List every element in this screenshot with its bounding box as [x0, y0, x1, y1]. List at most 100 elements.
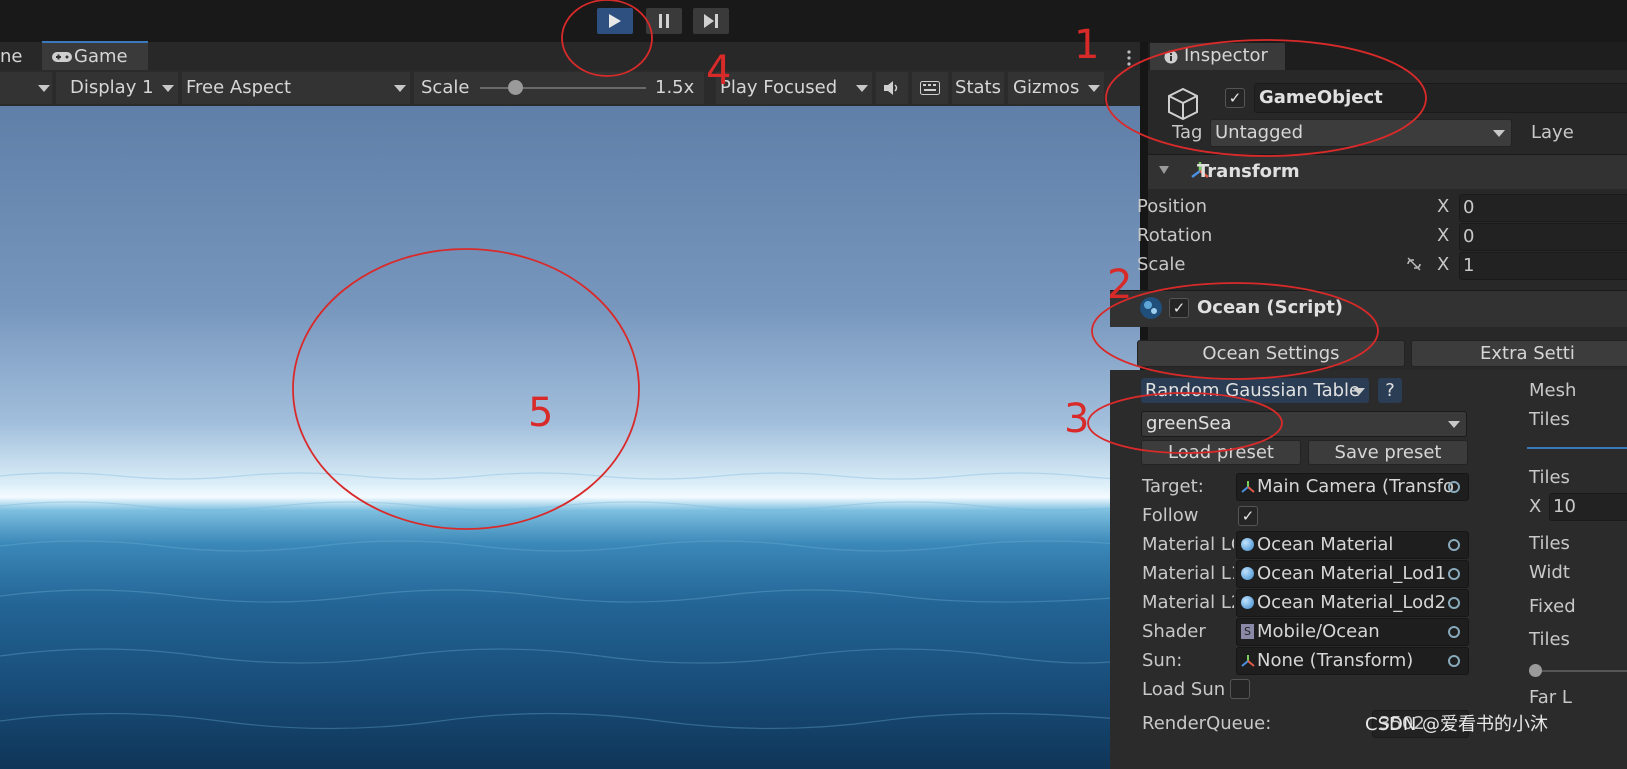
scale-value: 1.5x	[655, 77, 695, 98]
object-picker-icon[interactable]	[1448, 626, 1460, 638]
material-lod1-label: Material L1	[1142, 563, 1234, 584]
tab-game-label: Game	[74, 46, 128, 67]
scale-x-axis: X	[1437, 254, 1450, 275]
display-label: Display 1	[70, 77, 154, 98]
tag-label: Tag	[1172, 122, 1203, 143]
target-field[interactable]: Main Camera (Transfo	[1236, 473, 1469, 501]
tab-inspector[interactable]: Inspector	[1150, 43, 1285, 70]
position-x-axis: X	[1437, 196, 1450, 217]
extra-settings-tab[interactable]: Extra Setti	[1411, 340, 1627, 367]
tab-row	[0, 42, 1140, 70]
annotation-1: 1	[1074, 22, 1100, 68]
ocean-waves	[0, 472, 1140, 730]
material-icon	[1241, 567, 1254, 580]
speaker-icon	[884, 81, 898, 95]
gizmos-dropdown[interactable]: Gizmos	[1008, 72, 1104, 104]
watermark: CSDN @爱看书的小沐	[1365, 714, 1549, 735]
object-picker-icon[interactable]	[1448, 655, 1460, 667]
material-icon	[1241, 596, 1254, 609]
follow-checkbox[interactable]: ✓	[1238, 506, 1258, 526]
play-icon	[609, 14, 621, 28]
info-icon	[1164, 50, 1178, 64]
aspect-dropdown[interactable]: Free Aspect	[182, 72, 410, 104]
gamepad-icon	[52, 52, 72, 62]
rotation-x-field[interactable]: 0	[1459, 223, 1627, 251]
annotation-4: 4	[706, 48, 732, 94]
sun-field[interactable]: None (Transform)	[1236, 647, 1469, 675]
annotation-2: 2	[1107, 262, 1133, 308]
help-button[interactable]: ?	[1378, 378, 1402, 403]
play-mode-label: Play Focused	[720, 77, 838, 98]
scale-slider-track[interactable]	[480, 87, 646, 89]
ocean-script-enabled-checkbox[interactable]: ✓	[1169, 298, 1189, 318]
pause-button[interactable]	[646, 8, 682, 34]
play-mode-dropdown[interactable]: Play Focused	[716, 72, 872, 104]
stats-label: Stats	[955, 77, 1001, 98]
shader-label: Shader	[1142, 621, 1206, 642]
keyboard-icon	[920, 81, 940, 95]
annotation-5: 5	[528, 390, 554, 436]
gameobject-active-checkbox[interactable]: ✓	[1225, 88, 1245, 108]
transform-icon	[1241, 655, 1255, 667]
gameobject-name-field[interactable]: GameObject	[1254, 83, 1627, 113]
material-lod2-field[interactable]: Ocean Material_Lod2	[1236, 589, 1469, 617]
shader-icon: S	[1241, 624, 1254, 639]
gameobject-cube-icon	[1168, 87, 1198, 121]
ocean-script-title: Ocean (Script)	[1197, 297, 1344, 318]
position-label: Position	[1137, 196, 1208, 217]
play-button[interactable]	[597, 8, 633, 34]
sun-label: Sun:	[1142, 650, 1183, 671]
step-icon	[704, 14, 718, 28]
follow-label: Follow	[1142, 505, 1199, 526]
display-dropdown[interactable]: Display 1	[56, 72, 178, 104]
transform-icon	[1241, 481, 1255, 493]
step-button[interactable]	[693, 8, 729, 34]
unlink-icon[interactable]	[1405, 256, 1423, 272]
mute-audio-button[interactable]	[876, 72, 908, 104]
aspect-label: Free Aspect	[186, 77, 292, 98]
stats-button[interactable]: Stats	[952, 72, 1004, 104]
gameobject-name: GameObject	[1259, 87, 1383, 108]
tab-game[interactable]: Game	[42, 41, 148, 70]
preset-dropdown[interactable]: greenSea	[1141, 411, 1467, 437]
collapse-arrow-icon[interactable]	[1159, 166, 1169, 175]
material-lod0-label: Material LC	[1142, 534, 1234, 555]
gaussian-table-dropdown[interactable]: Random Gaussian Table	[1141, 378, 1369, 403]
top-toolbar	[0, 0, 1627, 42]
pause-icon	[659, 14, 669, 28]
tag-dropdown[interactable]: Untagged	[1210, 119, 1512, 147]
scale-slider-handle[interactable]	[508, 80, 523, 95]
render-mode-dropdown[interactable]	[0, 72, 52, 104]
load-sun-label: Load Sun	[1142, 679, 1226, 700]
tab-inspector-label: Inspector	[1184, 45, 1268, 66]
rotation-x-axis: X	[1437, 225, 1450, 246]
ocean-settings-tab[interactable]: Ocean Settings	[1137, 340, 1405, 367]
game-view[interactable]	[0, 106, 1140, 769]
object-picker-icon[interactable]	[1448, 597, 1460, 609]
scale-row-label: Scale	[1137, 254, 1186, 275]
shader-field[interactable]: S Mobile/Ocean	[1236, 618, 1469, 646]
position-x-field[interactable]: 0	[1459, 194, 1627, 222]
rotation-label: Rotation	[1137, 225, 1213, 246]
layer-label: Laye	[1531, 122, 1574, 143]
load-sun-checkbox[interactable]	[1230, 679, 1250, 699]
object-picker-icon[interactable]	[1448, 539, 1460, 551]
tab-scene[interactable]: ne	[0, 43, 38, 70]
scale-x-field[interactable]: 1	[1459, 252, 1627, 280]
tag-value: Untagged	[1215, 122, 1304, 143]
material-icon	[1241, 538, 1254, 551]
annotation-3: 3	[1064, 396, 1090, 442]
load-preset-button[interactable]: Load preset	[1141, 440, 1301, 465]
object-picker-icon[interactable]	[1448, 481, 1460, 493]
target-label: Target:	[1142, 476, 1204, 497]
tab-scene-label: ne	[0, 46, 23, 67]
object-picker-icon[interactable]	[1448, 568, 1460, 580]
gizmos-label: Gizmos	[1013, 77, 1080, 98]
shortcuts-button[interactable]	[912, 72, 948, 104]
material-lod2-label: Material L2	[1142, 592, 1234, 613]
material-lod1-field[interactable]: Ocean Material_Lod1	[1236, 560, 1469, 588]
scale-label: Scale	[421, 77, 470, 98]
save-preset-button[interactable]: Save preset	[1308, 440, 1468, 465]
material-lod0-field[interactable]: Ocean Material	[1236, 531, 1469, 559]
more-options-icon[interactable]	[1127, 50, 1131, 66]
